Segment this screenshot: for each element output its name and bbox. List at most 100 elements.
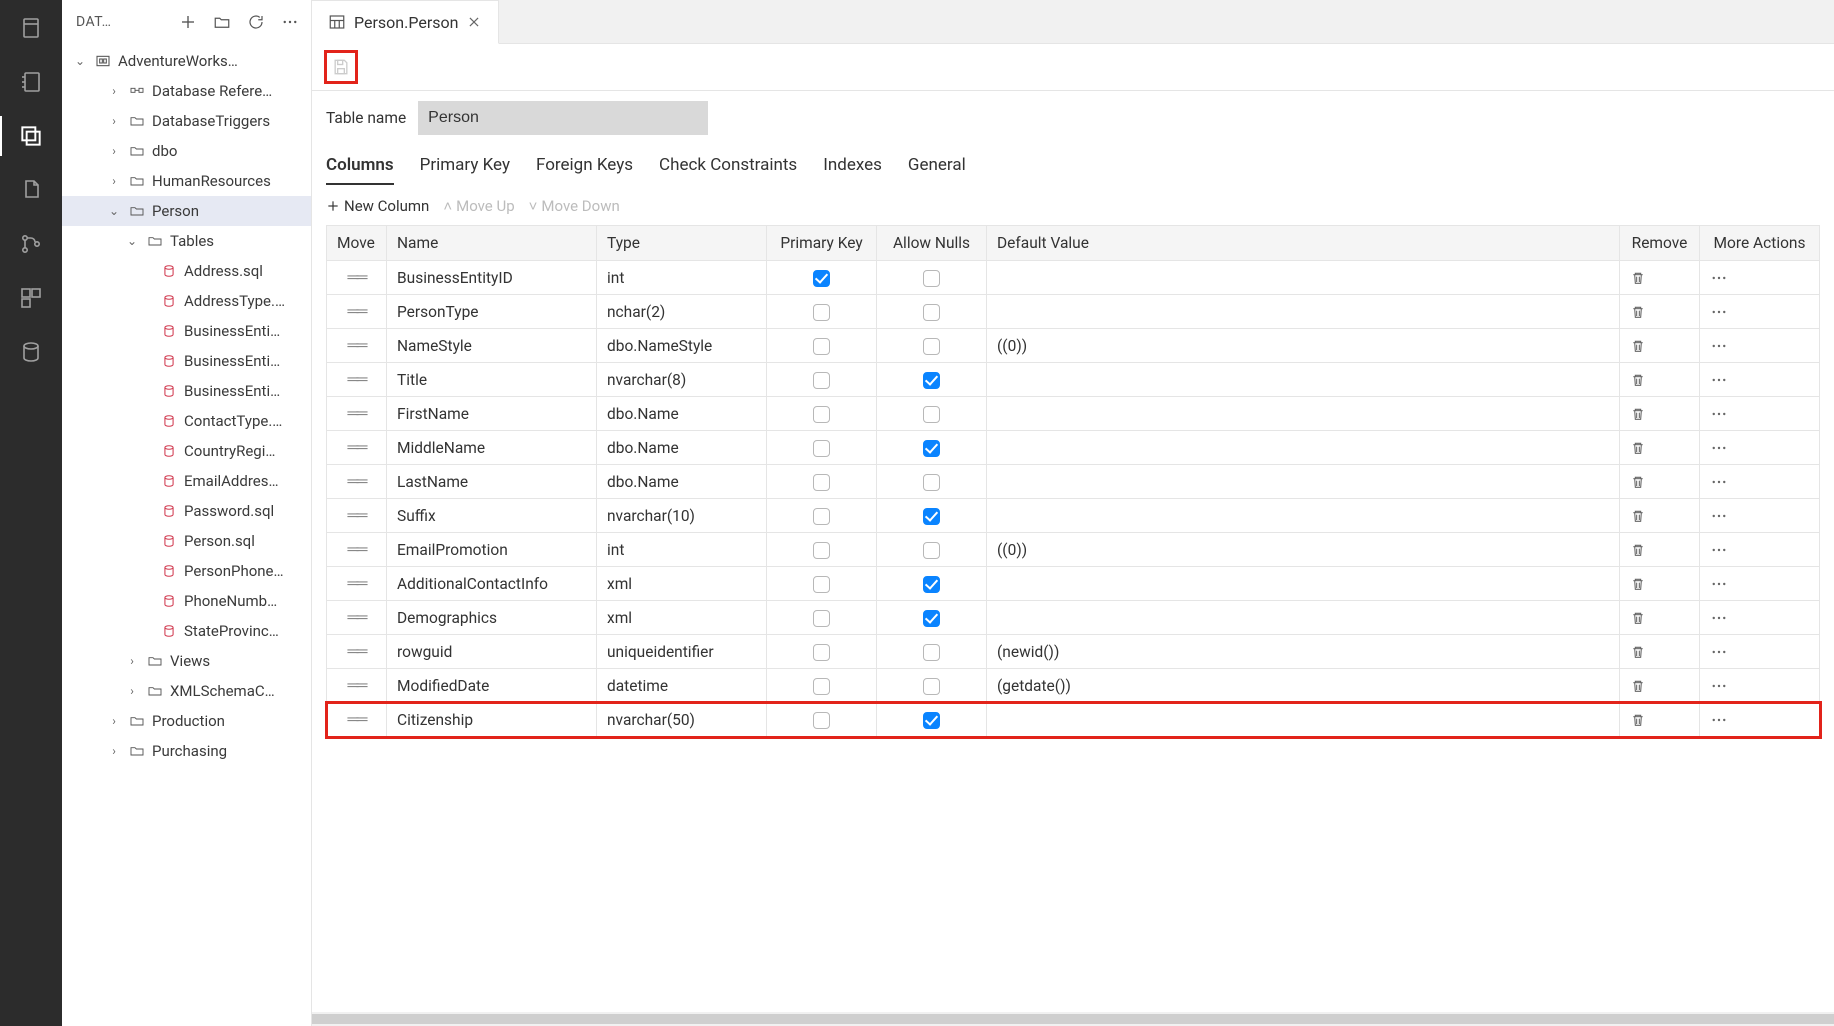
column-name[interactable]: Demographics <box>387 601 597 635</box>
column-default[interactable] <box>987 567 1620 601</box>
tree-folder[interactable]: ›HumanResources <box>62 166 311 196</box>
checkbox[interactable] <box>813 542 830 559</box>
column-row[interactable]: ══Citizenshipnvarchar(50) <box>327 703 1820 737</box>
checkbox[interactable] <box>923 304 940 321</box>
column-name[interactable]: FirstName <box>387 397 597 431</box>
column-row[interactable]: ══AdditionalContactInfoxml <box>327 567 1820 601</box>
trash-icon[interactable] <box>1630 576 1689 592</box>
checkbox[interactable] <box>923 372 940 389</box>
open-folder-icon[interactable] <box>209 9 235 35</box>
tree-folder[interactable]: ›DatabaseTriggers <box>62 106 311 136</box>
more-horizontal-icon[interactable] <box>1710 337 1809 355</box>
drag-handle-icon[interactable]: ══ <box>348 438 366 456</box>
column-type[interactable]: dbo.Name <box>597 397 767 431</box>
tree-file[interactable]: BusinessEnti… <box>62 346 311 376</box>
tab-foreign-keys[interactable]: Foreign Keys <box>536 147 633 185</box>
checkbox[interactable] <box>923 542 940 559</box>
files-icon[interactable] <box>17 176 45 204</box>
column-name[interactable]: LastName <box>387 465 597 499</box>
checkbox[interactable] <box>923 610 940 627</box>
column-default[interactable] <box>987 261 1620 295</box>
tree-file[interactable]: StateProvinc… <box>62 616 311 646</box>
more-horizontal-icon[interactable] <box>1710 439 1809 457</box>
drag-handle-icon[interactable]: ══ <box>348 336 366 354</box>
checkbox[interactable] <box>923 508 940 525</box>
column-default[interactable] <box>987 431 1620 465</box>
column-type[interactable]: dbo.NameStyle <box>597 329 767 363</box>
column-row[interactable]: ══Suffixnvarchar(10) <box>327 499 1820 533</box>
column-type[interactable]: nvarchar(50) <box>597 703 767 737</box>
drag-handle-icon[interactable]: ══ <box>348 370 366 388</box>
drag-handle-icon[interactable]: ══ <box>348 710 366 728</box>
checkbox[interactable] <box>813 576 830 593</box>
more-horizontal-icon[interactable] <box>1710 371 1809 389</box>
move-up-button[interactable]: ˄ Move Up <box>443 197 514 215</box>
column-default[interactable] <box>987 363 1620 397</box>
column-default[interactable] <box>987 601 1620 635</box>
trash-icon[interactable] <box>1630 270 1689 286</box>
checkbox[interactable] <box>813 406 830 423</box>
extensions-icon[interactable] <box>17 284 45 312</box>
column-name[interactable]: MiddleName <box>387 431 597 465</box>
tree-file[interactable]: PhoneNumb… <box>62 586 311 616</box>
more-horizontal-icon[interactable] <box>1710 677 1809 695</box>
more-horizontal-icon[interactable] <box>1710 575 1809 593</box>
table-name-input[interactable] <box>418 101 708 135</box>
column-type[interactable]: dbo.Name <box>597 431 767 465</box>
checkbox[interactable] <box>813 440 830 457</box>
column-name[interactable]: AdditionalContactInfo <box>387 567 597 601</box>
drag-handle-icon[interactable]: ══ <box>348 676 366 694</box>
more-horizontal-icon[interactable] <box>1710 643 1809 661</box>
tree-file[interactable]: ContactType.… <box>62 406 311 436</box>
column-name[interactable]: NameStyle <box>387 329 597 363</box>
checkbox[interactable] <box>813 372 830 389</box>
drag-handle-icon[interactable]: ══ <box>348 642 366 660</box>
column-type[interactable]: nvarchar(10) <box>597 499 767 533</box>
trash-icon[interactable] <box>1630 508 1689 524</box>
column-name[interactable]: Title <box>387 363 597 397</box>
checkbox[interactable] <box>813 508 830 525</box>
more-horizontal-icon[interactable] <box>1710 609 1809 627</box>
column-name[interactable]: BusinessEntityID <box>387 261 597 295</box>
column-row[interactable]: ══LastNamedbo.Name <box>327 465 1820 499</box>
column-type[interactable]: uniqueidentifier <box>597 635 767 669</box>
trash-icon[interactable] <box>1630 712 1689 728</box>
column-type[interactable]: xml <box>597 601 767 635</box>
tree-folder-views[interactable]: › Views <box>62 646 311 676</box>
column-row[interactable]: ══Demographicsxml <box>327 601 1820 635</box>
checkbox[interactable] <box>923 406 940 423</box>
notebook-icon[interactable] <box>17 68 45 96</box>
column-row[interactable]: ══ FirstNamedbo.Name <box>327 397 1820 431</box>
drag-handle-icon[interactable]: ══ <box>348 404 366 422</box>
drag-handle-icon[interactable]: ══ <box>348 574 366 592</box>
column-default[interactable]: ((0)) <box>987 329 1620 363</box>
scrollbar-thumb[interactable] <box>312 1014 1834 1024</box>
column-type[interactable]: nchar(2) <box>597 295 767 329</box>
explorer-icon[interactable] <box>17 122 45 150</box>
column-default[interactable]: (getdate()) <box>987 669 1620 703</box>
column-row[interactable]: ══rowguiduniqueidentifier(newid()) <box>327 635 1820 669</box>
column-default[interactable] <box>987 499 1620 533</box>
save-button[interactable] <box>324 50 358 84</box>
column-default[interactable]: ((0)) <box>987 533 1620 567</box>
checkbox[interactable] <box>923 270 940 287</box>
trash-icon[interactable] <box>1630 440 1689 456</box>
checkbox[interactable] <box>923 440 940 457</box>
tree-file[interactable]: Address.sql <box>62 256 311 286</box>
tree-folder[interactable]: ›Database Refere… <box>62 76 311 106</box>
column-name[interactable]: rowguid <box>387 635 597 669</box>
tree-folder-purchasing[interactable]: › Purchasing <box>62 736 311 766</box>
tab-indexes[interactable]: Indexes <box>823 147 882 185</box>
drag-handle-icon[interactable]: ══ <box>348 506 366 524</box>
checkbox[interactable] <box>923 338 940 355</box>
column-type[interactable]: int <box>597 533 767 567</box>
checkbox[interactable] <box>923 678 940 695</box>
checkbox[interactable] <box>813 712 830 729</box>
more-horizontal-icon[interactable] <box>1710 507 1809 525</box>
new-column-button[interactable]: New Column <box>326 197 429 215</box>
trash-icon[interactable] <box>1630 474 1689 490</box>
trash-icon[interactable] <box>1630 304 1689 320</box>
tree-file[interactable]: Person.sql <box>62 526 311 556</box>
more-horizontal-icon[interactable] <box>1710 711 1809 729</box>
column-type[interactable]: dbo.Name <box>597 465 767 499</box>
